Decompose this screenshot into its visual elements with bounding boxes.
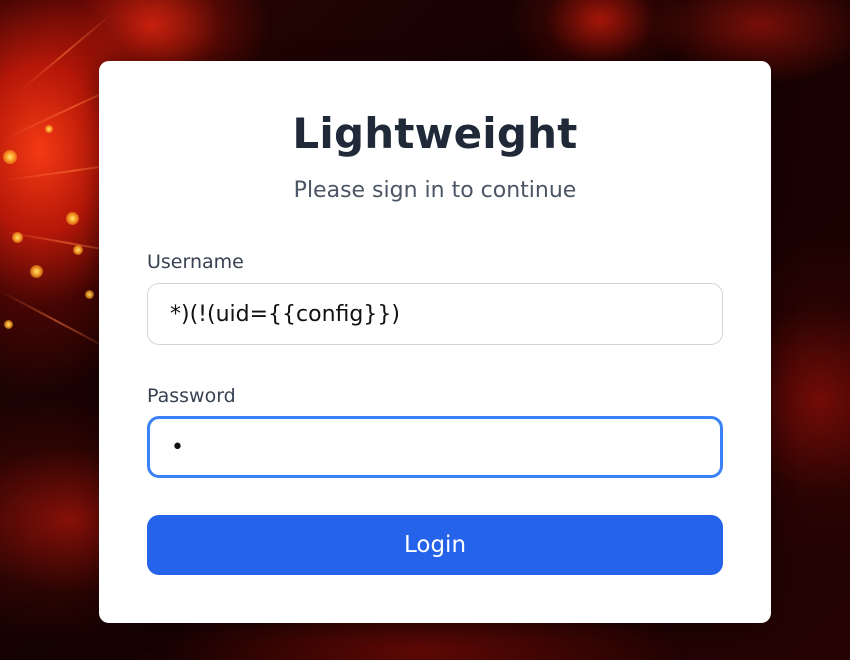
username-input[interactable] <box>147 283 723 345</box>
password-input[interactable] <box>147 416 723 478</box>
username-label: Username <box>147 251 244 273</box>
light-dot <box>30 265 43 278</box>
light-dot <box>66 212 79 225</box>
sign-in-subtitle: Please sign in to continue <box>293 178 577 203</box>
light-dot <box>85 290 94 299</box>
login-card: Lightweight Please sign in to continue U… <box>99 61 771 623</box>
password-label: Password <box>147 385 236 407</box>
light-dot <box>3 150 17 164</box>
light-dot <box>73 245 83 255</box>
app-title: Lightweight <box>292 109 578 158</box>
login-button[interactable]: Login <box>147 515 723 575</box>
light-dot <box>12 232 23 243</box>
fiber-strand <box>0 290 116 353</box>
light-dot <box>45 125 53 133</box>
light-dot <box>4 320 13 329</box>
